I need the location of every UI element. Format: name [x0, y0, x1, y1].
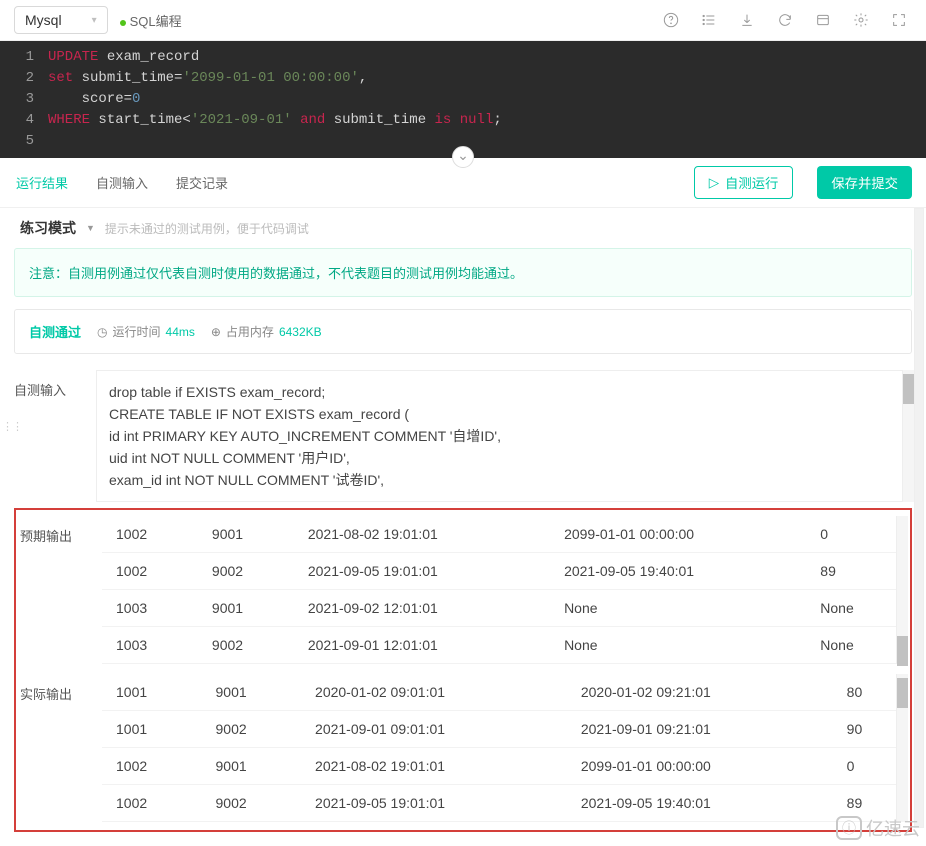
- pass-label: 自测通过: [29, 322, 81, 341]
- mode-row: 练习模式 ▼ 提示未通过的测试用例，便于代码调试: [14, 208, 912, 248]
- db-value: Mysql: [25, 12, 62, 28]
- cloud-icon: ⓘ: [836, 816, 862, 840]
- db-select[interactable]: Mysql ▾: [14, 6, 108, 34]
- download-icon[interactable]: [734, 7, 760, 33]
- sql-editor[interactable]: 1UPDATE exam_record 2set submit_time='20…: [0, 41, 926, 158]
- format-icon[interactable]: [810, 7, 836, 33]
- table-row: 100290012021-08-02 19:01:012099-01-01 00…: [102, 748, 906, 785]
- self-run-button[interactable]: ▷自测运行: [694, 166, 794, 199]
- tab-results[interactable]: 运行结果: [14, 167, 70, 198]
- list-icon[interactable]: [696, 7, 722, 33]
- table-row: 100390012021-09-02 12:01:01NoneNone: [102, 590, 906, 627]
- clock-icon: ◷: [97, 325, 107, 339]
- sql-mode-indicator: SQL编程: [120, 11, 182, 30]
- fullscreen-icon[interactable]: [886, 7, 912, 33]
- notice-banner: 注意：自测用例通过仅代表自测时使用的数据通过，不代表题目的测试用例均能通过。: [14, 248, 912, 297]
- practice-mode-label: 练习模式: [20, 218, 76, 238]
- memory-icon: ⊕: [211, 325, 221, 339]
- input-sql-block[interactable]: drop table if EXISTS exam_record; CREATE…: [96, 370, 912, 502]
- collapse-editor-icon[interactable]: ⌄: [452, 146, 474, 168]
- gear-icon[interactable]: [848, 7, 874, 33]
- watermark: ⓘ亿速云: [836, 815, 920, 841]
- play-icon: ▷: [709, 175, 719, 191]
- save-submit-button[interactable]: 保存并提交: [817, 166, 912, 199]
- refresh-icon[interactable]: [772, 7, 798, 33]
- table-row: 100290012021-08-02 19:01:012099-01-01 00…: [102, 516, 906, 553]
- table-row: 100290022021-09-05 19:01:012021-09-05 19…: [102, 553, 906, 590]
- table-row: 100290022021-09-05 19:01:012021-09-05 19…: [102, 785, 906, 822]
- help-icon[interactable]: [658, 7, 684, 33]
- tab-history[interactable]: 提交记录: [174, 167, 230, 198]
- tab-self-input[interactable]: 自测输入: [94, 167, 150, 198]
- scrollbar-vertical[interactable]: [902, 370, 914, 502]
- scrollbar-vertical[interactable]: [896, 516, 908, 664]
- mode-hint: 提示未通过的测试用例，便于代码调试: [105, 220, 309, 237]
- table-row: 100190012020-01-02 09:01:012020-01-02 09…: [102, 674, 906, 711]
- chevron-down-icon: ▾: [92, 15, 97, 26]
- status-dot-icon: [120, 20, 126, 26]
- chevron-down-icon[interactable]: ▼: [86, 223, 95, 233]
- expected-table: 100290012021-08-02 19:01:012099-01-01 00…: [102, 516, 906, 664]
- toolbar: Mysql ▾ SQL编程: [0, 0, 926, 41]
- results-panel: 练习模式 ▼ 提示未通过的测试用例，便于代码调试 注意：自测用例通过仅代表自测时…: [0, 208, 926, 846]
- scrollbar-vertical[interactable]: [896, 674, 908, 822]
- table-row: 100390022021-09-01 12:01:01NoneNone: [102, 627, 906, 664]
- self-input-section: 自测输入 drop table if EXISTS exam_record; C…: [14, 370, 912, 502]
- comparison-frame: 预期输出 100290012021-08-02 19:01:012099-01-…: [14, 508, 912, 832]
- scrollbar-vertical[interactable]: [914, 208, 924, 828]
- actual-table: 100190012020-01-02 09:01:012020-01-02 09…: [102, 674, 906, 822]
- table-row: 100190022021-09-01 09:01:012021-09-01 09…: [102, 711, 906, 748]
- status-box: 自测通过 ◷运行时间 44ms ⊕占用内存 6432KB: [14, 309, 912, 354]
